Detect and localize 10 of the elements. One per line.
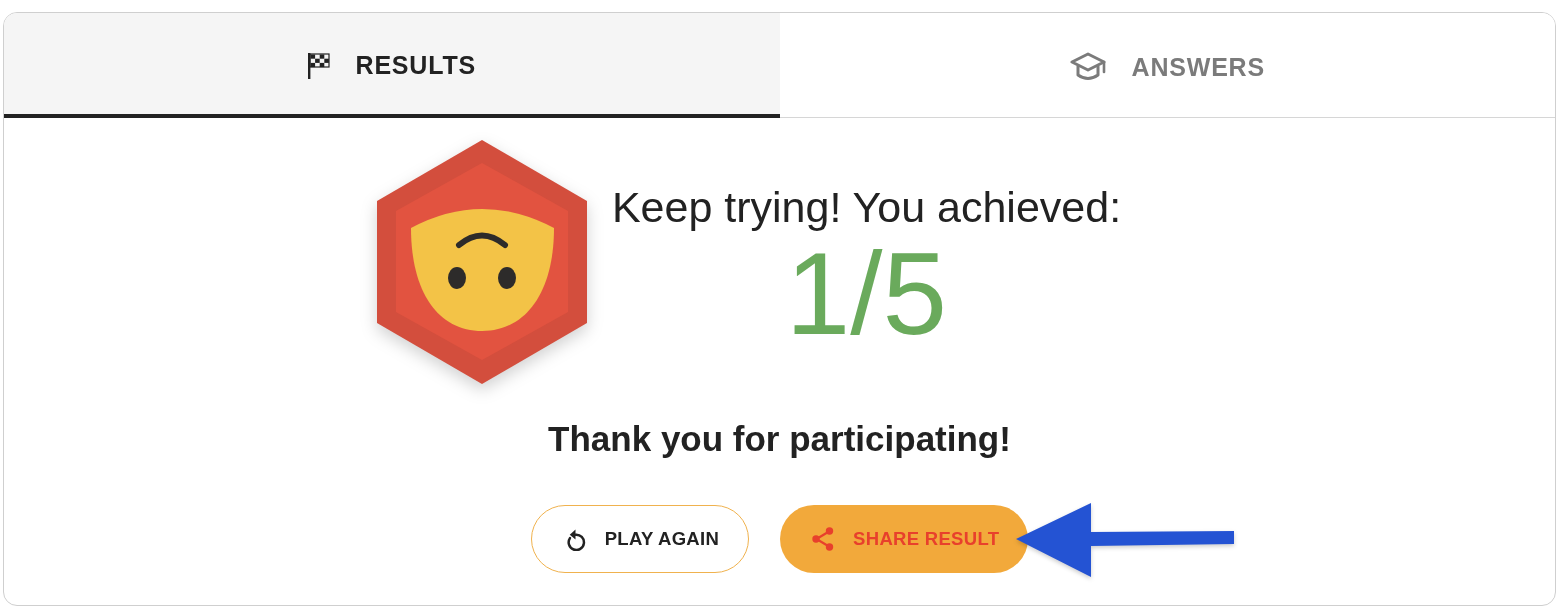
checkered-flag-icon bbox=[307, 52, 330, 79]
share-icon bbox=[812, 527, 835, 551]
tab[interactable]: ANSWERS bbox=[779, 13, 1555, 118]
graduation-cap-icon bbox=[1069, 52, 1106, 82]
result-message: Keep trying! You achieved: bbox=[611, 182, 1122, 232]
thank-you-message: Thank you for participating! bbox=[548, 418, 1011, 460]
play-again-button[interactable]: PLAY AGAIN bbox=[530, 505, 750, 573]
tab[interactable]: RESULTS bbox=[4, 13, 780, 118]
score-value: 1/5 bbox=[785, 236, 948, 352]
replay-icon bbox=[564, 527, 586, 551]
